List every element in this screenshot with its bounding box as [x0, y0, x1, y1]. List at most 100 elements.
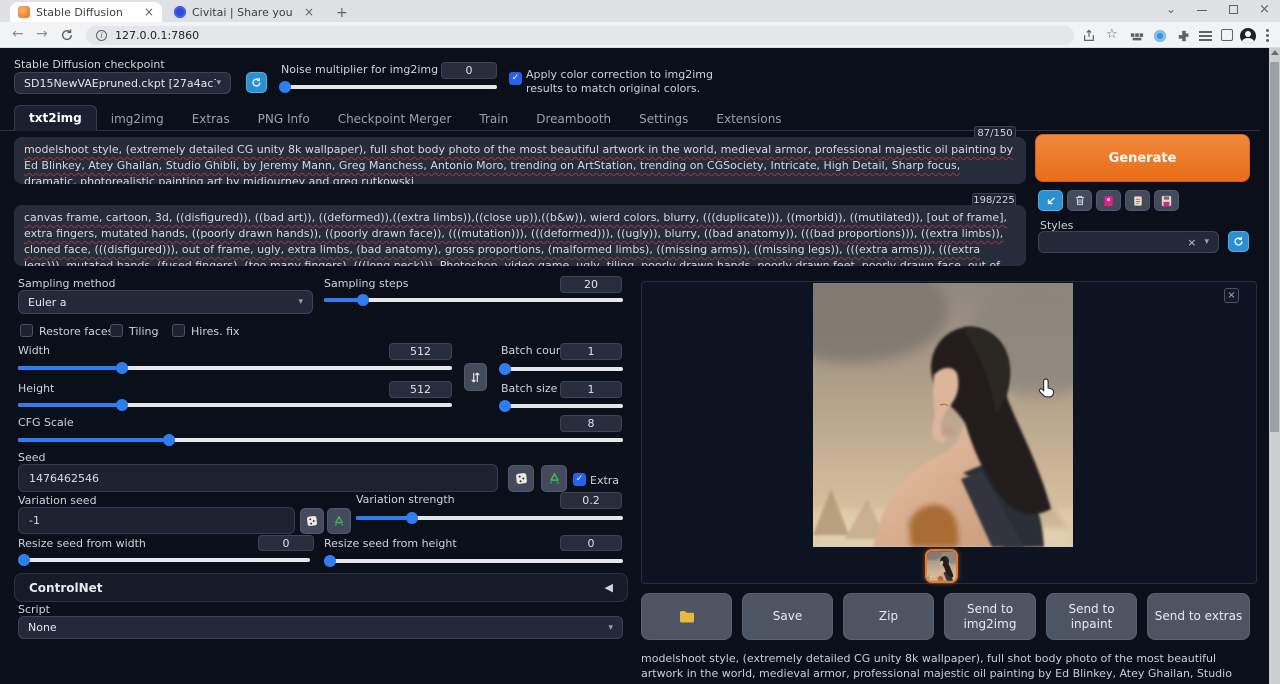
- variation-strength-value[interactable]: 0.2: [560, 492, 622, 509]
- sampling-steps-slider[interactable]: [324, 298, 623, 302]
- cfg-scale-value[interactable]: 8: [560, 415, 622, 432]
- side-panel-icon[interactable]: [1221, 29, 1233, 41]
- hires-fix-checkbox[interactable]: [172, 324, 185, 337]
- window-minimize-button[interactable]: [1197, 10, 1207, 11]
- profile-avatar[interactable]: [1240, 28, 1256, 44]
- address-bar[interactable]: i 127.0.0.1:7860: [86, 26, 1074, 45]
- clear-selection-icon[interactable]: ×: [1187, 236, 1196, 249]
- new-tab-button[interactable]: +: [336, 5, 348, 21]
- width-value[interactable]: 512: [389, 343, 452, 360]
- width-slider[interactable]: [18, 366, 452, 370]
- variation-seed-input[interactable]: -1: [18, 507, 295, 534]
- extensions-puzzle-icon[interactable]: [1177, 29, 1191, 43]
- reuse-variation-seed-button[interactable]: [327, 508, 351, 534]
- extra-networks-button[interactable]: [1096, 190, 1121, 211]
- slider-handle[interactable]: [324, 555, 336, 567]
- slider-handle[interactable]: [499, 400, 511, 412]
- color-correction-checkbox[interactable]: ✓: [509, 72, 522, 85]
- save-style-button[interactable]: [1154, 190, 1179, 211]
- resize-seed-height-value[interactable]: 0: [560, 535, 622, 551]
- slider-handle[interactable]: [116, 399, 128, 411]
- tab-txt2img[interactable]: txt2img: [14, 105, 97, 131]
- controlnet-accordion[interactable]: ControlNet ◀: [14, 573, 628, 602]
- extra-seed-checkbox[interactable]: ✓: [573, 473, 586, 486]
- tab-train[interactable]: Train: [465, 107, 522, 131]
- slider-handle[interactable]: [18, 554, 30, 566]
- reuse-seed-button[interactable]: [541, 465, 567, 492]
- scrollbar-thumb[interactable]: [1270, 62, 1279, 432]
- tab-search-chevron-icon[interactable]: ⌄: [1166, 3, 1176, 15]
- send-to-img2img-button[interactable]: Send to img2img: [944, 593, 1036, 640]
- generate-button[interactable]: Generate: [1035, 134, 1250, 182]
- seed-input[interactable]: 1476462546: [18, 464, 498, 492]
- send-to-inpaint-button[interactable]: Send to inpaint: [1046, 593, 1137, 640]
- save-button[interactable]: Save: [742, 593, 833, 640]
- script-dropdown[interactable]: None ▾: [18, 616, 623, 639]
- extension-dot-icon[interactable]: [1154, 30, 1166, 42]
- batch-size-slider[interactable]: [501, 404, 623, 408]
- restore-faces-checkbox[interactable]: [20, 324, 33, 337]
- batch-count-value[interactable]: 1: [560, 343, 622, 360]
- resize-seed-width-slider[interactable]: [18, 558, 310, 562]
- slider-handle[interactable]: [406, 512, 418, 524]
- browser-menu-icon[interactable]: [1266, 29, 1269, 42]
- clear-prompt-button[interactable]: [1067, 190, 1092, 211]
- slider-handle[interactable]: [499, 363, 511, 375]
- slider-handle[interactable]: [279, 81, 291, 93]
- tab-png-info[interactable]: PNG Info: [244, 107, 324, 131]
- tab-dreambooth[interactable]: Dreambooth: [522, 107, 625, 131]
- variation-strength-slider[interactable]: [356, 516, 623, 520]
- checkpoint-dropdown[interactable]: SD15NewVAEpruned.ckpt [27a4ac756c] ▾: [14, 72, 231, 94]
- extension-grid-icon[interactable]: [1130, 29, 1144, 43]
- window-close-button[interactable]: ×: [1259, 3, 1270, 16]
- height-value[interactable]: 512: [389, 381, 452, 398]
- gallery-thumbnail-selected[interactable]: [925, 549, 958, 583]
- open-folder-button[interactable]: [641, 593, 732, 640]
- tab-extras[interactable]: Extras: [178, 107, 244, 131]
- scrollbar-up-arrow[interactable]: [1271, 50, 1279, 55]
- bookmark-star-icon[interactable]: ☆: [1106, 27, 1118, 42]
- sampling-steps-value[interactable]: 20: [560, 276, 622, 293]
- slider-handle[interactable]: [116, 362, 128, 374]
- noise-multiplier-slider[interactable]: [281, 85, 497, 89]
- back-icon[interactable]: ←: [12, 27, 24, 41]
- resize-seed-width-value[interactable]: 0: [258, 535, 314, 551]
- gallery-close-button[interactable]: ×: [1224, 288, 1239, 303]
- forward-icon[interactable]: →: [36, 27, 48, 41]
- apply-styles-button[interactable]: [1125, 190, 1150, 211]
- share-icon[interactable]: [1082, 29, 1096, 43]
- cfg-scale-slider[interactable]: [18, 438, 623, 442]
- prompt-textarea[interactable]: modelshoot style, (extremely detailed CG…: [14, 137, 1026, 184]
- send-to-extras-button[interactable]: Send to extras: [1147, 593, 1250, 640]
- negative-prompt-textarea[interactable]: canvas frame, cartoon, 3d, ((disfigured)…: [14, 205, 1026, 266]
- styles-dropdown[interactable]: × ▾: [1038, 231, 1219, 253]
- checkpoint-refresh-button[interactable]: [246, 72, 267, 93]
- tab-close-icon[interactable]: ×: [144, 6, 154, 18]
- sampling-method-dropdown[interactable]: Euler a ▾: [18, 290, 313, 314]
- tab-close-icon[interactable]: ×: [304, 6, 314, 18]
- site-info-icon[interactable]: i: [96, 30, 107, 41]
- tab-extensions[interactable]: Extensions: [702, 107, 795, 131]
- styles-refresh-button[interactable]: [1228, 231, 1249, 252]
- tab-checkpoint-merger[interactable]: Checkpoint Merger: [324, 107, 466, 131]
- random-variation-seed-button[interactable]: [300, 508, 324, 534]
- slider-handle[interactable]: [357, 294, 369, 306]
- tiling-checkbox[interactable]: [110, 324, 123, 337]
- swap-dimensions-button[interactable]: [464, 363, 487, 391]
- reload-icon[interactable]: [60, 28, 74, 42]
- batch-size-value[interactable]: 1: [560, 381, 622, 398]
- zip-button[interactable]: Zip: [843, 593, 934, 640]
- tab-settings[interactable]: Settings: [625, 107, 702, 131]
- reading-list-icon[interactable]: [1199, 31, 1212, 33]
- batch-count-slider[interactable]: [501, 367, 623, 371]
- paste-parameters-button[interactable]: [1038, 190, 1063, 211]
- window-restore-button[interactable]: [1229, 5, 1238, 14]
- height-slider[interactable]: [18, 403, 452, 407]
- resize-seed-height-slider[interactable]: [324, 559, 623, 563]
- browser-tab-stable-diffusion[interactable]: Stable Diffusion ×: [10, 2, 162, 22]
- tab-img2img[interactable]: img2img: [97, 107, 178, 131]
- generated-image[interactable]: [813, 283, 1073, 547]
- slider-handle[interactable]: [163, 434, 175, 446]
- browser-tab-civitai[interactable]: Civitai | Share your models ×: [166, 2, 322, 22]
- random-seed-button[interactable]: [508, 465, 534, 492]
